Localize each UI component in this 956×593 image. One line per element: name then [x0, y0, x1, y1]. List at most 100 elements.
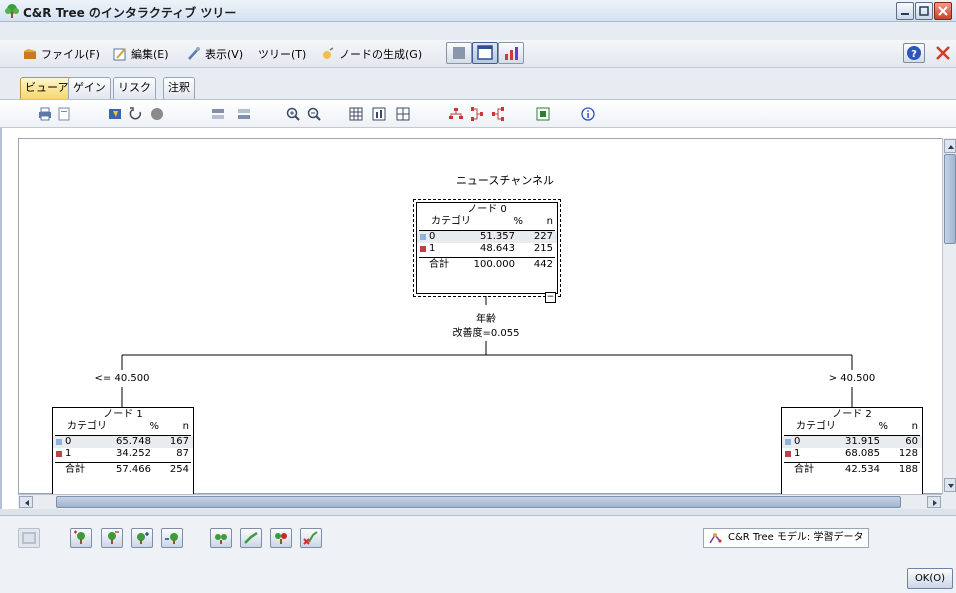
target-variable-title: ニュースチャンネル [455, 174, 555, 187]
node-id: ノード 2 [832, 409, 872, 420]
node-total: 合計 100.000 442 [417, 258, 557, 272]
node-header: カテゴリ % n [782, 421, 922, 433]
cat1-swatch [785, 451, 791, 457]
node-id: ノード 1 [103, 409, 143, 420]
cat0-swatch [56, 439, 62, 445]
row-cat: 1 [65, 448, 72, 459]
panel-toggle-button[interactable] [18, 528, 40, 548]
node-header: カテゴリ % n [417, 216, 557, 228]
node-row-cat0: 0 31.915 60 [782, 436, 922, 448]
dialog-footer [0, 551, 956, 593]
cat0-swatch [785, 439, 791, 445]
col-category: カテゴリ [431, 216, 471, 227]
remove-branch-icon [165, 533, 178, 544]
row-pct: 51.357 [480, 231, 515, 242]
scroll-left-arrow[interactable] [19, 496, 33, 508]
model-icon [709, 533, 722, 544]
node-row-cat0: 0 65.748 167 [53, 436, 193, 448]
custom-split-icon [275, 533, 287, 544]
add-node-button[interactable] [240, 528, 262, 548]
col-pct: % [878, 421, 888, 432]
col-pct: % [513, 216, 523, 227]
tree-node-2[interactable]: ノード 2 カテゴリ % n 0 31.915 60 1 68.085 128 … [781, 407, 923, 495]
ok-button[interactable]: OK(O) [907, 568, 953, 589]
horizontal-scrollbar[interactable] [18, 494, 943, 509]
tree-node-0[interactable]: ノード 0 カテゴリ % n 0 51.357 227 1 48.643 215… [413, 199, 561, 297]
row-pct: 68.085 [845, 448, 880, 459]
cat0-swatch [420, 234, 426, 240]
collapse-toggle[interactable]: − [545, 292, 556, 303]
total-label: 合計 [429, 259, 449, 270]
total-pct: 42.534 [845, 464, 880, 475]
total-n: 188 [898, 464, 918, 475]
scroll-corner [942, 494, 956, 509]
scroll-right-arrow[interactable] [927, 496, 941, 508]
vertical-scroll-thumb[interactable] [944, 154, 956, 244]
col-n: n [182, 421, 189, 432]
row-n: 87 [176, 448, 189, 459]
row-cat: 0 [794, 436, 801, 447]
node-total: 合計 57.466 254 [53, 463, 193, 477]
grow-tree-icon [74, 530, 85, 544]
panel-icon [22, 532, 36, 544]
custom-split-button[interactable] [270, 528, 292, 548]
node-id: ノード 0 [467, 204, 507, 215]
row-pct: 31.915 [845, 436, 880, 447]
col-category: カテゴリ [796, 421, 836, 432]
grow-branch-button[interactable] [131, 528, 153, 548]
total-pct: 100.000 [473, 259, 515, 270]
row-cat: 1 [794, 448, 801, 459]
model-status: C&R Tree モデル: 学習データ [703, 528, 869, 548]
horizontal-scroll-thumb[interactable] [56, 496, 901, 508]
grow-tree-prune-button[interactable] [101, 528, 123, 548]
delete-node-button[interactable] [300, 528, 322, 548]
scroll-down-arrow[interactable] [944, 478, 956, 492]
row-n: 128 [898, 448, 918, 459]
prune-tree-icon [108, 531, 119, 544]
total-n: 442 [533, 259, 553, 270]
grow-tree-button[interactable] [70, 528, 92, 548]
split-variable: 年齢 [476, 314, 496, 325]
row-n: 215 [533, 243, 553, 254]
row-cat: 1 [429, 243, 436, 254]
total-n: 254 [169, 464, 189, 475]
row-n: 167 [169, 436, 189, 447]
row-pct: 65.748 [116, 436, 151, 447]
node-header: カテゴリ % n [53, 421, 193, 433]
col-n: n [546, 216, 553, 227]
node-total: 合計 42.534 188 [782, 463, 922, 477]
grow-node-button[interactable] [210, 528, 232, 548]
total-pct: 57.466 [116, 464, 151, 475]
node-row-cat1: 1 48.643 215 [417, 243, 557, 255]
row-pct: 34.252 [116, 448, 151, 459]
row-n: 60 [905, 436, 918, 447]
row-pct: 48.643 [480, 243, 515, 254]
col-category: カテゴリ [67, 421, 107, 432]
split-improvement: 改善度=0.055 [452, 328, 520, 339]
node-row-cat0: 0 51.357 227 [417, 231, 557, 243]
remove-branch-button[interactable] [161, 528, 183, 548]
col-pct: % [149, 421, 159, 432]
scroll-up-arrow[interactable] [944, 139, 956, 153]
left-arrow-icon [25, 500, 29, 506]
node-grow-icon [215, 534, 227, 544]
row-n: 227 [533, 231, 553, 242]
vertical-scrollbar[interactable] [942, 138, 956, 495]
total-label: 合計 [65, 464, 85, 475]
tree-node-1[interactable]: ノード 1 カテゴリ % n 0 65.748 167 1 34.252 87 … [52, 407, 194, 495]
total-label: 合計 [794, 464, 814, 475]
model-status-label: C&R Tree モデル: 学習データ [728, 532, 864, 543]
right-arrow-icon [933, 500, 937, 506]
add-node-icon [244, 531, 258, 544]
cat1-swatch [56, 451, 62, 457]
up-arrow-icon [948, 145, 954, 149]
node-row-cat1: 1 68.085 128 [782, 448, 922, 460]
down-arrow-icon [948, 484, 954, 488]
left-branch-condition: <= 40.500 [94, 373, 150, 384]
row-cat: 0 [65, 436, 72, 447]
delete-node-icon [303, 531, 318, 545]
node-row-cat1: 1 34.252 87 [53, 448, 193, 460]
col-n: n [911, 421, 918, 432]
grow-branch-icon [137, 532, 149, 544]
right-branch-condition: > 40.500 [828, 373, 876, 384]
